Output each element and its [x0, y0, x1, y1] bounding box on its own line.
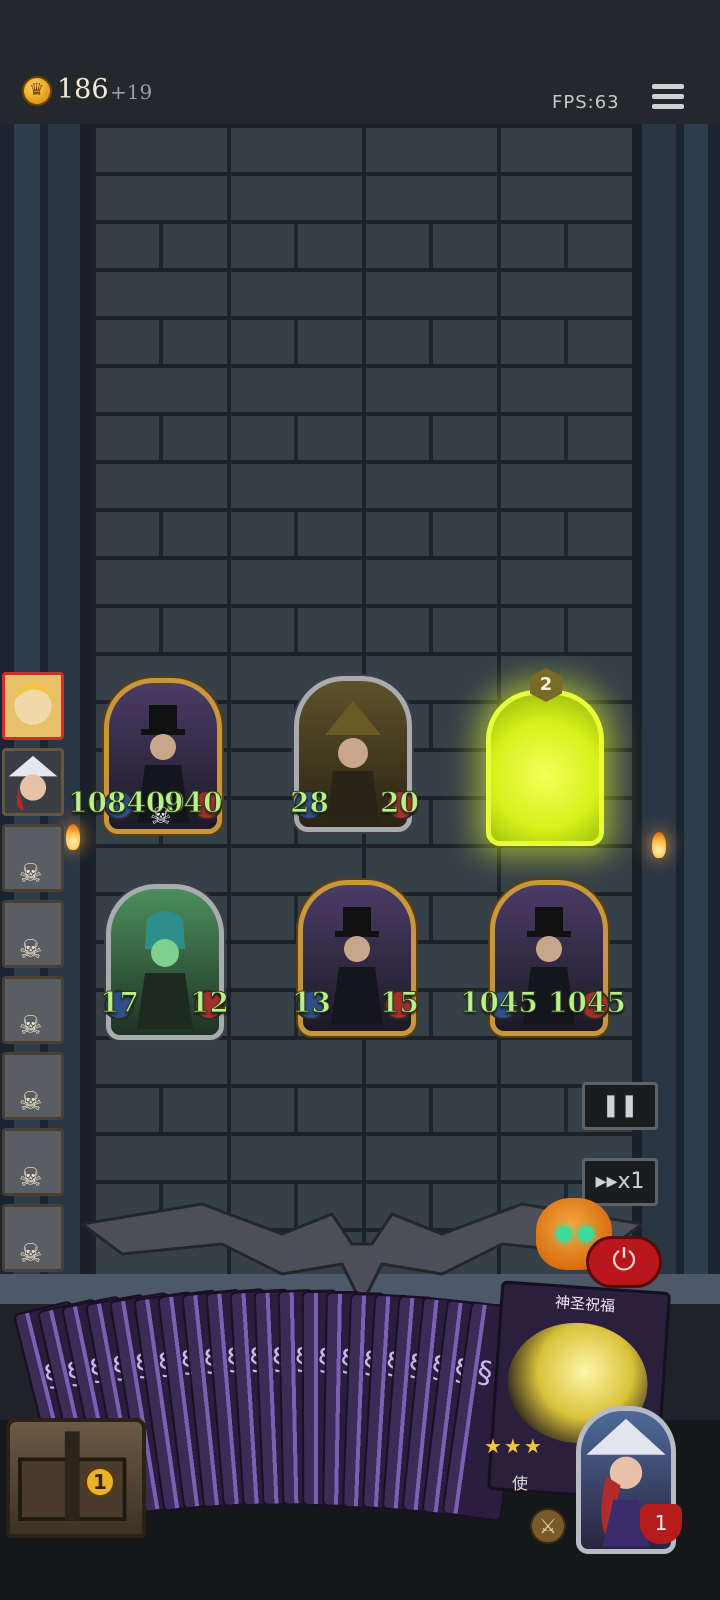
spell-desc: 使 — [512, 1474, 529, 1493]
top-bar: 186 +19 FPS:63 — [0, 0, 720, 124]
sword-icon[interactable]: ⚔ — [530, 1508, 566, 1544]
opponent-roster: ☠ ☠ ☠ ☠ ☠ ☠ — [2, 672, 68, 1280]
unit-health: 20 — [380, 786, 420, 820]
skull-icon: ☠ — [19, 935, 43, 965]
roster-hooded-woman[interactable]: ☠ — [2, 1052, 64, 1120]
chest-count-badge: 1 — [84, 1466, 116, 1498]
gold-coin-icon — [22, 76, 52, 106]
skull-icon: ☠ — [150, 802, 172, 830]
gold-income: +19 — [110, 80, 153, 104]
skull-icon: ☠ — [19, 1239, 43, 1269]
blonde-lady-icon — [12, 682, 54, 725]
roster-bat-knight[interactable]: ☠ — [2, 1204, 64, 1272]
roster-blonde-lady[interactable] — [2, 672, 64, 740]
roster-rabbit-beast[interactable]: ☠ — [2, 824, 64, 892]
unit-attack: 28 — [290, 786, 330, 820]
unit-attack: 17 — [100, 986, 140, 1020]
skull-icon: ☠ — [19, 1087, 43, 1117]
summoning-slot-glowing[interactable] — [486, 690, 604, 846]
roster-hat-rider[interactable]: ☠ — [2, 1128, 64, 1196]
spell-stars: ★★★ — [484, 1434, 544, 1458]
hero-lives-heart: 1 — [640, 1504, 682, 1544]
gold-amount: 186 — [57, 74, 109, 105]
roster-stone-golem[interactable]: ☠ — [2, 976, 64, 1044]
spell-card-title: 神圣祝福 — [554, 1293, 616, 1316]
unit-health: 12 — [190, 986, 230, 1020]
fps-counter: FPS:63 — [552, 92, 620, 113]
unit-health: 1045 — [548, 986, 627, 1020]
unit-health: 940 — [163, 786, 223, 820]
skull-icon: ☠ — [19, 1011, 43, 1041]
unit-health: 15 — [380, 986, 420, 1020]
unit-attack: 1045 — [460, 986, 539, 1020]
pause-button[interactable]: ❚❚ — [582, 1082, 658, 1130]
roster-witch-girl[interactable] — [2, 748, 64, 816]
menu-icon[interactable] — [652, 84, 684, 116]
torch-flame-icon — [66, 824, 80, 850]
treasure-chest[interactable] — [6, 1418, 146, 1538]
skull-icon: ☠ — [19, 1163, 43, 1193]
unit-attack: 13 — [292, 986, 332, 1020]
witch-girl-icon — [8, 755, 58, 810]
torch-flame-icon — [652, 832, 666, 858]
skull-icon: ☠ — [19, 859, 43, 889]
chest-icon — [18, 1431, 127, 1521]
roster-wolf-beast[interactable]: ☠ — [2, 900, 64, 968]
speed-button[interactable]: ▸▸x1 — [582, 1158, 658, 1206]
